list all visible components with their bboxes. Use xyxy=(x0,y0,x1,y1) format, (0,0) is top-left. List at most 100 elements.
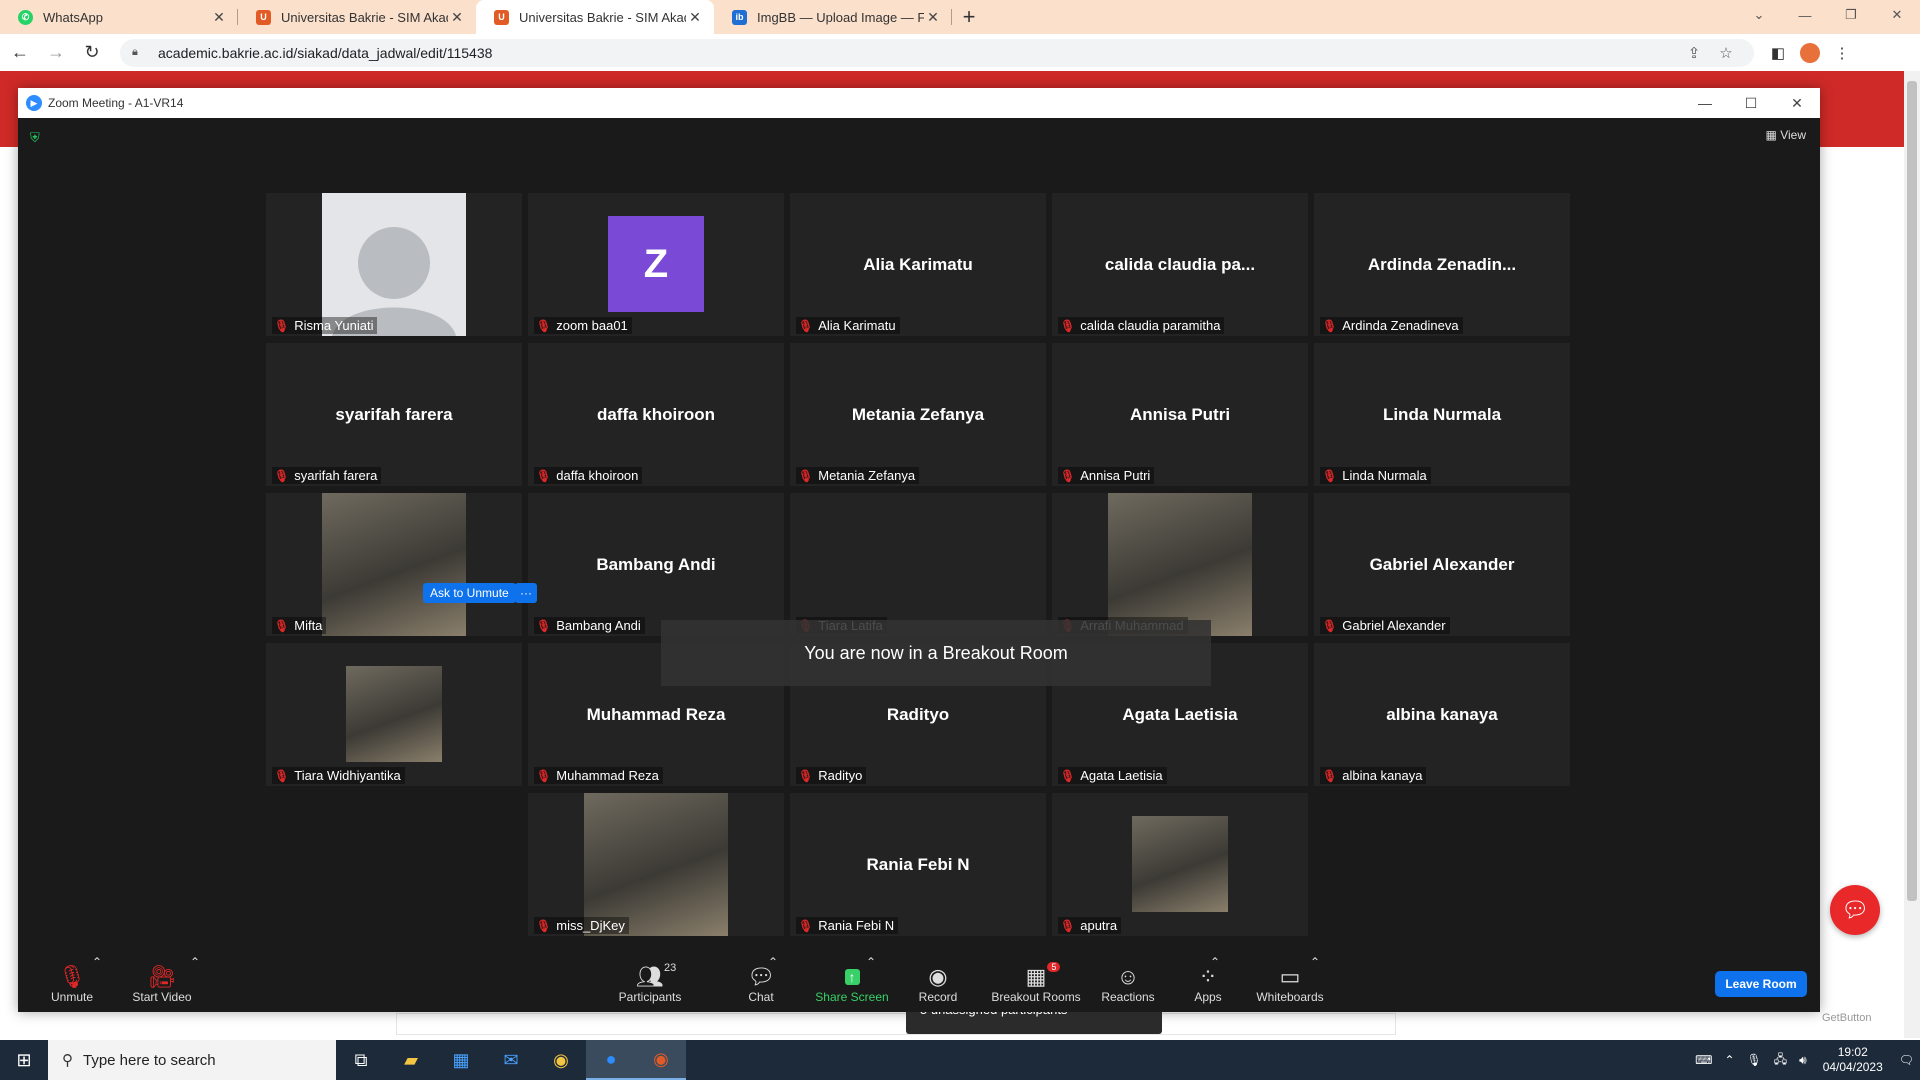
apps-options-caret[interactable]: ⌃ xyxy=(1210,955,1220,969)
browser-tab[interactable]: ib ImgBB — Upload Image — Free ✕ xyxy=(714,0,952,34)
forward-button[interactable]: → xyxy=(40,37,72,69)
participant-tile[interactable]: 🎙︎ aputra xyxy=(1052,793,1308,936)
volume-icon[interactable]: 🔊︎ xyxy=(1793,1053,1813,1068)
participant-tile[interactable]: 🎙︎ miss_DjKey xyxy=(528,793,784,936)
microsoft-store-icon[interactable]: ▦ xyxy=(436,1040,486,1080)
chrome-icon[interactable]: ◉ xyxy=(536,1040,586,1080)
menu-icon[interactable]: ⋮ xyxy=(1826,44,1858,62)
participants-button[interactable]: 👥︎ 23 Participants xyxy=(600,955,700,1012)
muted-mic-icon: 🎙︎ xyxy=(274,318,290,333)
participant-name: syarifah farera xyxy=(294,468,378,483)
participant-tile[interactable]: syarifah farera 🎙︎ syarifah farera xyxy=(266,343,522,486)
tray-overflow-icon[interactable]: ⌃ xyxy=(1718,1053,1740,1067)
participant-tile[interactable]: daffa khoiroon 🎙︎ daffa khoiroon xyxy=(528,343,784,486)
whiteboards-button[interactable]: ▭ Whiteboards xyxy=(1240,955,1340,1012)
encryption-shield-icon[interactable]: ⛨ xyxy=(30,130,44,145)
browser-tab[interactable]: U Universitas Bakrie - SIM Akadem ✕ xyxy=(238,0,476,34)
participant-tile[interactable]: 🎙︎Arrafi Muhammad xyxy=(1052,493,1308,636)
breakout-rooms-label: Breakout Rooms xyxy=(991,989,1081,1004)
muted-mic-icon: 🎙︎ xyxy=(1060,918,1076,933)
close-icon[interactable]: ✕ xyxy=(924,9,942,26)
keyboard-icon[interactable]: ⌨ xyxy=(1689,1053,1718,1067)
notification-icon[interactable]: 🗨︎ xyxy=(1893,1053,1920,1067)
browser-tab-active[interactable]: U Universitas Bakrie - SIM Akadem ✕ xyxy=(476,0,714,34)
task-view-icon[interactable]: ⧉ xyxy=(336,1040,386,1080)
chat-options-caret[interactable]: ⌃ xyxy=(768,955,778,969)
participant-name: Agata Laetisia xyxy=(1080,768,1163,783)
getbutton-credit[interactable]: GetButton xyxy=(1822,1012,1872,1024)
breakout-rooms-button[interactable]: ▦ 5 Breakout Rooms xyxy=(976,955,1096,1012)
share-screen-button[interactable]: ↑ Share Screen xyxy=(802,955,902,1012)
zoom-minimize-button[interactable]: — xyxy=(1682,95,1728,112)
chrome-profile-taskbar-icon[interactable]: ◉ xyxy=(636,1040,686,1080)
taskbar-search-box[interactable]: ⚲ Type here to search xyxy=(48,1040,336,1080)
chat-button[interactable]: 💬︎ Chat xyxy=(726,955,796,1012)
close-icon[interactable]: ✕ xyxy=(210,9,228,26)
sidepanel-icon[interactable]: ◧ xyxy=(1762,44,1794,62)
more-options-button[interactable]: ··· xyxy=(515,583,537,603)
zoom-close-button[interactable]: ✕ xyxy=(1774,95,1820,112)
participant-tile[interactable]: Rania Febi N 🎙︎ Rania Febi N xyxy=(790,793,1046,936)
page-scrollbar[interactable] xyxy=(1904,71,1920,1038)
video-options-caret[interactable]: ⌃ xyxy=(190,955,200,969)
participant-tile[interactable]: Bambang Andi 🎙︎ Bambang Andi xyxy=(528,493,784,636)
participant-tile[interactable]: Alia Karimatu 🎙︎ Alia Karimatu xyxy=(790,193,1046,336)
zoom-taskbar-icon[interactable]: ● xyxy=(586,1040,636,1080)
participant-name-label: 🎙︎ Metania Zefanya xyxy=(796,467,920,484)
share-icon[interactable]: ⇪ xyxy=(1678,44,1710,62)
profile-avatar[interactable] xyxy=(1800,42,1820,63)
zoom-maximize-button[interactable]: ☐ xyxy=(1728,95,1774,112)
scrollbar-thumb[interactable] xyxy=(1907,81,1917,901)
record-button[interactable]: ◉ Record xyxy=(898,955,978,1012)
close-icon[interactable]: ✕ xyxy=(448,9,466,26)
participant-tile[interactable]: Gabriel Alexander 🎙︎ Gabriel Alexander xyxy=(1314,493,1570,636)
chat-widget-button[interactable]: 💬︎ xyxy=(1830,885,1880,935)
participant-display-name: albina kanaya xyxy=(1386,704,1498,724)
ask-to-unmute-button[interactable]: Ask to Unmute xyxy=(423,583,516,603)
participant-tile[interactable]: Linda Nurmala 🎙︎ Linda Nurmala xyxy=(1314,343,1570,486)
network-icon[interactable]: 🖧 xyxy=(1768,1050,1793,1071)
file-explorer-icon[interactable]: ▰ xyxy=(386,1040,436,1080)
tab-title: Universitas Bakrie - SIM Akadem xyxy=(281,9,448,25)
participant-name-label: 🎙︎ albina kanaya xyxy=(1320,767,1427,784)
whiteboards-options-caret[interactable]: ⌃ xyxy=(1310,955,1320,969)
browser-tab[interactable]: ✆ WhatsApp ✕ xyxy=(0,0,238,34)
restore-button[interactable]: ❐ xyxy=(1828,0,1874,30)
minimize-button[interactable]: — xyxy=(1782,0,1828,30)
participant-tile[interactable]: Annisa Putri 🎙︎ Annisa Putri xyxy=(1052,343,1308,486)
lock-icon[interactable]: 🔒︎ xyxy=(132,46,148,59)
participant-display-name: daffa khoiroon xyxy=(596,404,716,424)
participant-tile[interactable]: 🎙︎ Tiara Widhiyantika xyxy=(266,643,522,786)
leave-room-button[interactable]: Leave Room xyxy=(1715,971,1807,997)
close-window-button[interactable]: ✕ xyxy=(1874,0,1920,30)
share-options-caret[interactable]: ⌃ xyxy=(866,955,876,969)
participant-tile[interactable]: albina kanaya 🎙︎ albina kanaya xyxy=(1314,643,1570,786)
reload-button[interactable]: ↻ xyxy=(76,37,108,69)
windows-start-icon[interactable]: ⊞ xyxy=(0,1040,48,1080)
mail-icon[interactable]: ✉ xyxy=(486,1040,536,1080)
participant-display-name: Annisa Putri xyxy=(1129,404,1231,424)
participant-tile[interactable]: calida claudia pa... 🎙︎ calida claudia par… xyxy=(1052,193,1308,336)
new-tab-button[interactable]: + xyxy=(952,0,986,34)
participant-tile[interactable]: Z 🎙︎ zoom baa01 xyxy=(528,193,784,336)
clock-date: 04/04/2023 xyxy=(1822,1060,1883,1074)
participant-tile[interactable]: 🎙︎Tiara Latifa xyxy=(790,493,1046,636)
participant-name-label: 🎙︎ Agata Laetisia xyxy=(1058,767,1167,784)
tab-search-icon[interactable]: ⌄ xyxy=(1736,0,1782,30)
apps-button[interactable]: ⁘ Apps xyxy=(1178,955,1238,1012)
clock[interactable]: 19:02 04/04/2023 xyxy=(1813,1045,1893,1075)
audio-options-caret[interactable]: ⌃ xyxy=(92,955,102,969)
participant-tile[interactable]: 🎙︎ Risma Yuniati xyxy=(266,193,522,336)
participant-tile[interactable]: Ardinda Zenadin... 🎙︎ Ardinda Zenadineva xyxy=(1314,193,1570,336)
participant-tile[interactable]: 🎙︎ Mifta xyxy=(266,493,522,636)
close-icon[interactable]: ✕ xyxy=(686,9,704,26)
star-icon[interactable]: ☆ xyxy=(1710,44,1742,62)
record-label: Record xyxy=(918,989,958,1004)
breakout-rooms-icon: ▦ 5 xyxy=(1026,961,1061,990)
url-field[interactable]: 🔒︎ academic.bakrie.ac.id/siakad/data_jad… xyxy=(120,38,1754,67)
view-button[interactable]: ▦ View xyxy=(1766,128,1806,142)
back-button[interactable]: ← xyxy=(4,37,36,69)
reactions-button[interactable]: ☺ Reactions xyxy=(1088,955,1168,1012)
participant-tile[interactable]: Metania Zefanya 🎙︎ Metania Zefanya xyxy=(790,343,1046,486)
microphone-icon[interactable]: 🎙︎ xyxy=(1741,1053,1768,1067)
